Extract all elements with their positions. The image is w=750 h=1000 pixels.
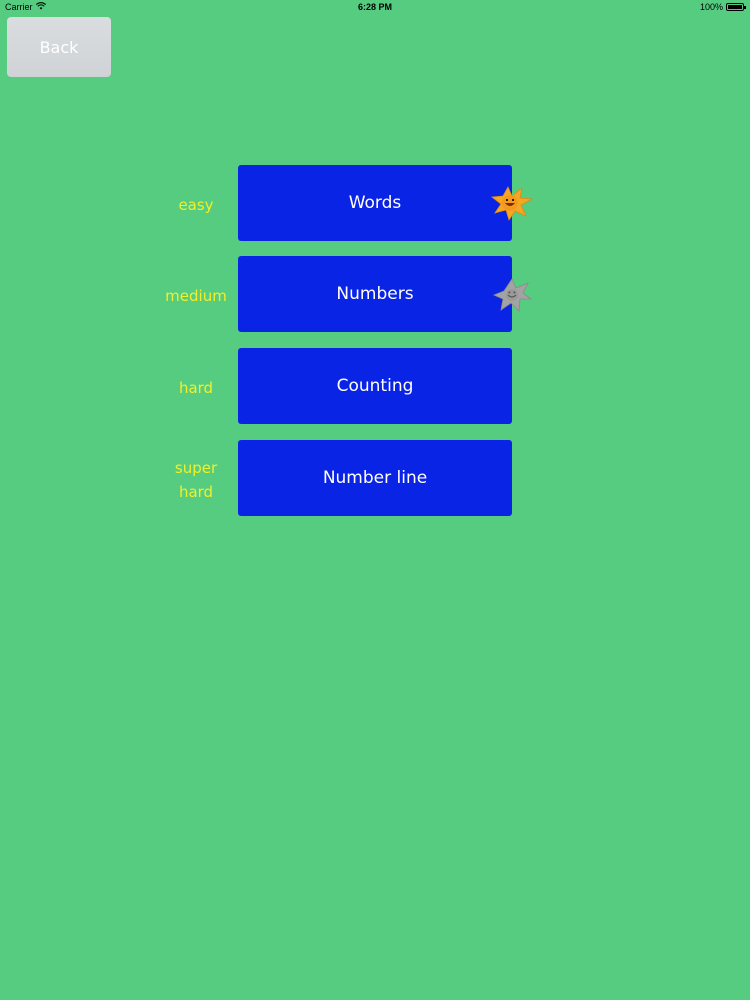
level-button-number-line[interactable]: Number line: [238, 440, 512, 516]
level-button-label: Words: [348, 193, 402, 213]
grey-star-icon: [492, 277, 533, 317]
level-button-label: Number line: [322, 468, 428, 488]
difficulty-label-line: super: [174, 459, 218, 477]
level-button-label: Counting: [336, 376, 414, 396]
difficulty-label-line: hard: [178, 483, 214, 501]
level-button-counting[interactable]: Counting: [238, 348, 512, 424]
difficulty-label-medium: medium: [165, 287, 227, 305]
difficulty-label-easy: easy: [178, 196, 214, 214]
level-button-label: Numbers: [336, 284, 414, 304]
status-time: 6:28 PM: [357, 2, 392, 12]
status-bar: Carrier 6:28 PM 100%: [0, 0, 750, 14]
gold-star-icon: [490, 184, 534, 226]
back-button-label: Back: [39, 37, 79, 57]
difficulty-label-hard: hard: [178, 379, 214, 397]
battery-icon: [726, 3, 746, 11]
level-button-words[interactable]: Words: [238, 165, 512, 241]
back-button[interactable]: Back: [7, 17, 111, 77]
difficulty-label-super-hard: super hard: [151, 456, 241, 504]
battery-indicator: 100%: [699, 2, 746, 12]
battery-percent: 100%: [699, 2, 723, 12]
level-button-numbers[interactable]: Numbers: [238, 256, 512, 332]
